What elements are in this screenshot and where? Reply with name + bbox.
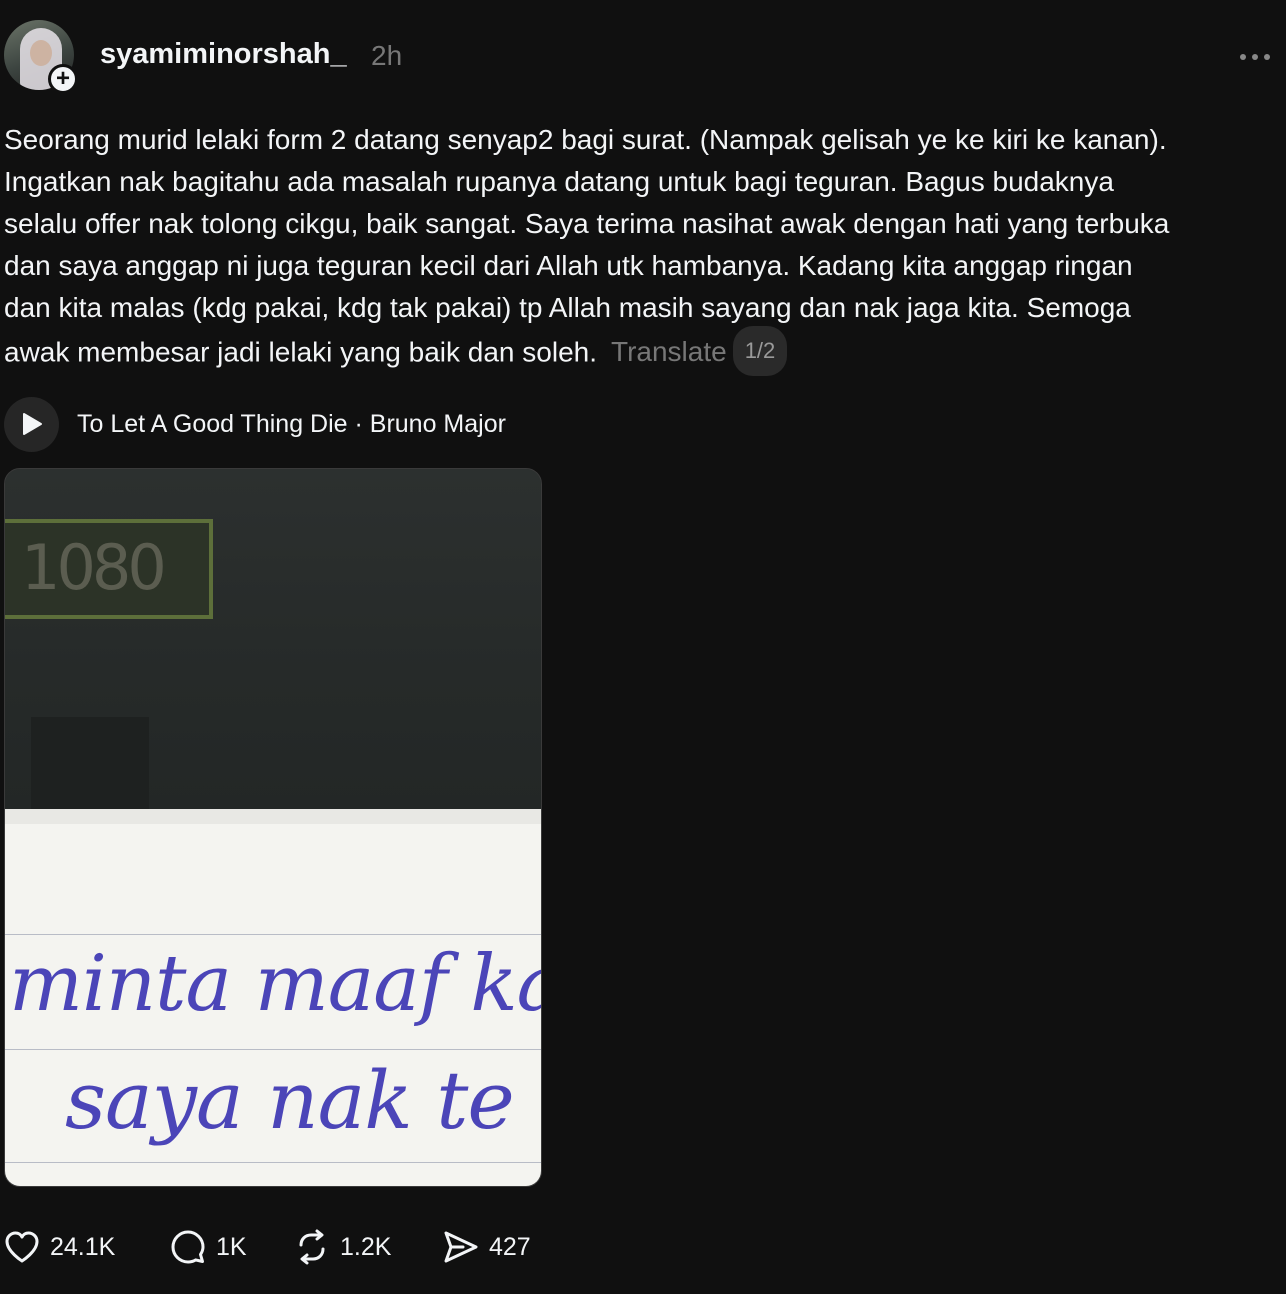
share-button[interactable]: 427 <box>443 1226 553 1268</box>
like-button[interactable]: 24.1K <box>4 1226 170 1268</box>
post-body: Seorang murid lelaki form 2 datang senya… <box>4 119 1286 379</box>
share-count: 427 <box>489 1232 531 1261</box>
post-text-line: dan saya anggap ni juga teguran kecil da… <box>4 250 1133 281</box>
post-text-line: Seorang murid lelaki form 2 datang senya… <box>4 124 1167 155</box>
post-text-line: Ingatkan nak bagitahu ada masalah rupany… <box>4 166 1114 197</box>
more-options-icon[interactable] <box>1240 44 1280 70</box>
post-text-line: awak membesar jadi lelaki yang baik dan … <box>4 336 597 368</box>
repost-button[interactable]: 1.2K <box>294 1226 443 1268</box>
repost-count: 1.2K <box>340 1232 392 1261</box>
play-icon <box>22 413 42 435</box>
send-icon <box>444 1231 478 1263</box>
like-count: 24.1K <box>50 1232 116 1261</box>
paper-rule <box>5 1049 541 1050</box>
room-sign: 1080 <box>5 519 213 619</box>
avatar[interactable]: + <box>4 20 78 94</box>
handwriting-line: saya nak te <box>65 1054 515 1147</box>
room-sign-text: 1080 <box>21 531 167 604</box>
repost-icon <box>299 1229 325 1265</box>
post-text-last-line: awak membesar jadi lelaki yang baik dan … <box>4 326 1286 379</box>
reply-count: 1K <box>216 1232 247 1261</box>
music-label: To Let A Good Thing Die · Bruno Major <box>77 409 506 438</box>
heart-icon <box>5 1231 39 1263</box>
username[interactable]: syamiminorshah_ <box>100 38 347 71</box>
handwriting-line: minta maaf kalau <box>9 939 541 1029</box>
music-attachment[interactable]: To Let A Good Thing Die · Bruno Major <box>4 396 506 452</box>
paper-rule <box>5 1162 541 1163</box>
post-text-line: dan kita malas (kdg pakai, kdg tak pakai… <box>4 292 1131 323</box>
play-button[interactable] <box>4 396 59 452</box>
post-timestamp: 2h <box>371 40 403 71</box>
follow-plus-icon[interactable]: + <box>48 64 78 94</box>
page-indicator: 1/2 <box>732 326 788 376</box>
translate-link[interactable]: Translate <box>611 336 727 367</box>
comment-icon <box>171 1230 205 1264</box>
post-image[interactable]: 1080 minta maaf kalau saya nak te <box>4 468 542 1187</box>
paper-rule <box>5 934 541 935</box>
post-text-line: selalu offer nak tolong cikgu, baik sang… <box>4 208 1170 239</box>
reply-button[interactable]: 1K <box>170 1226 294 1268</box>
action-bar: 24.1K 1K 1.2K 427 <box>4 1226 553 1268</box>
